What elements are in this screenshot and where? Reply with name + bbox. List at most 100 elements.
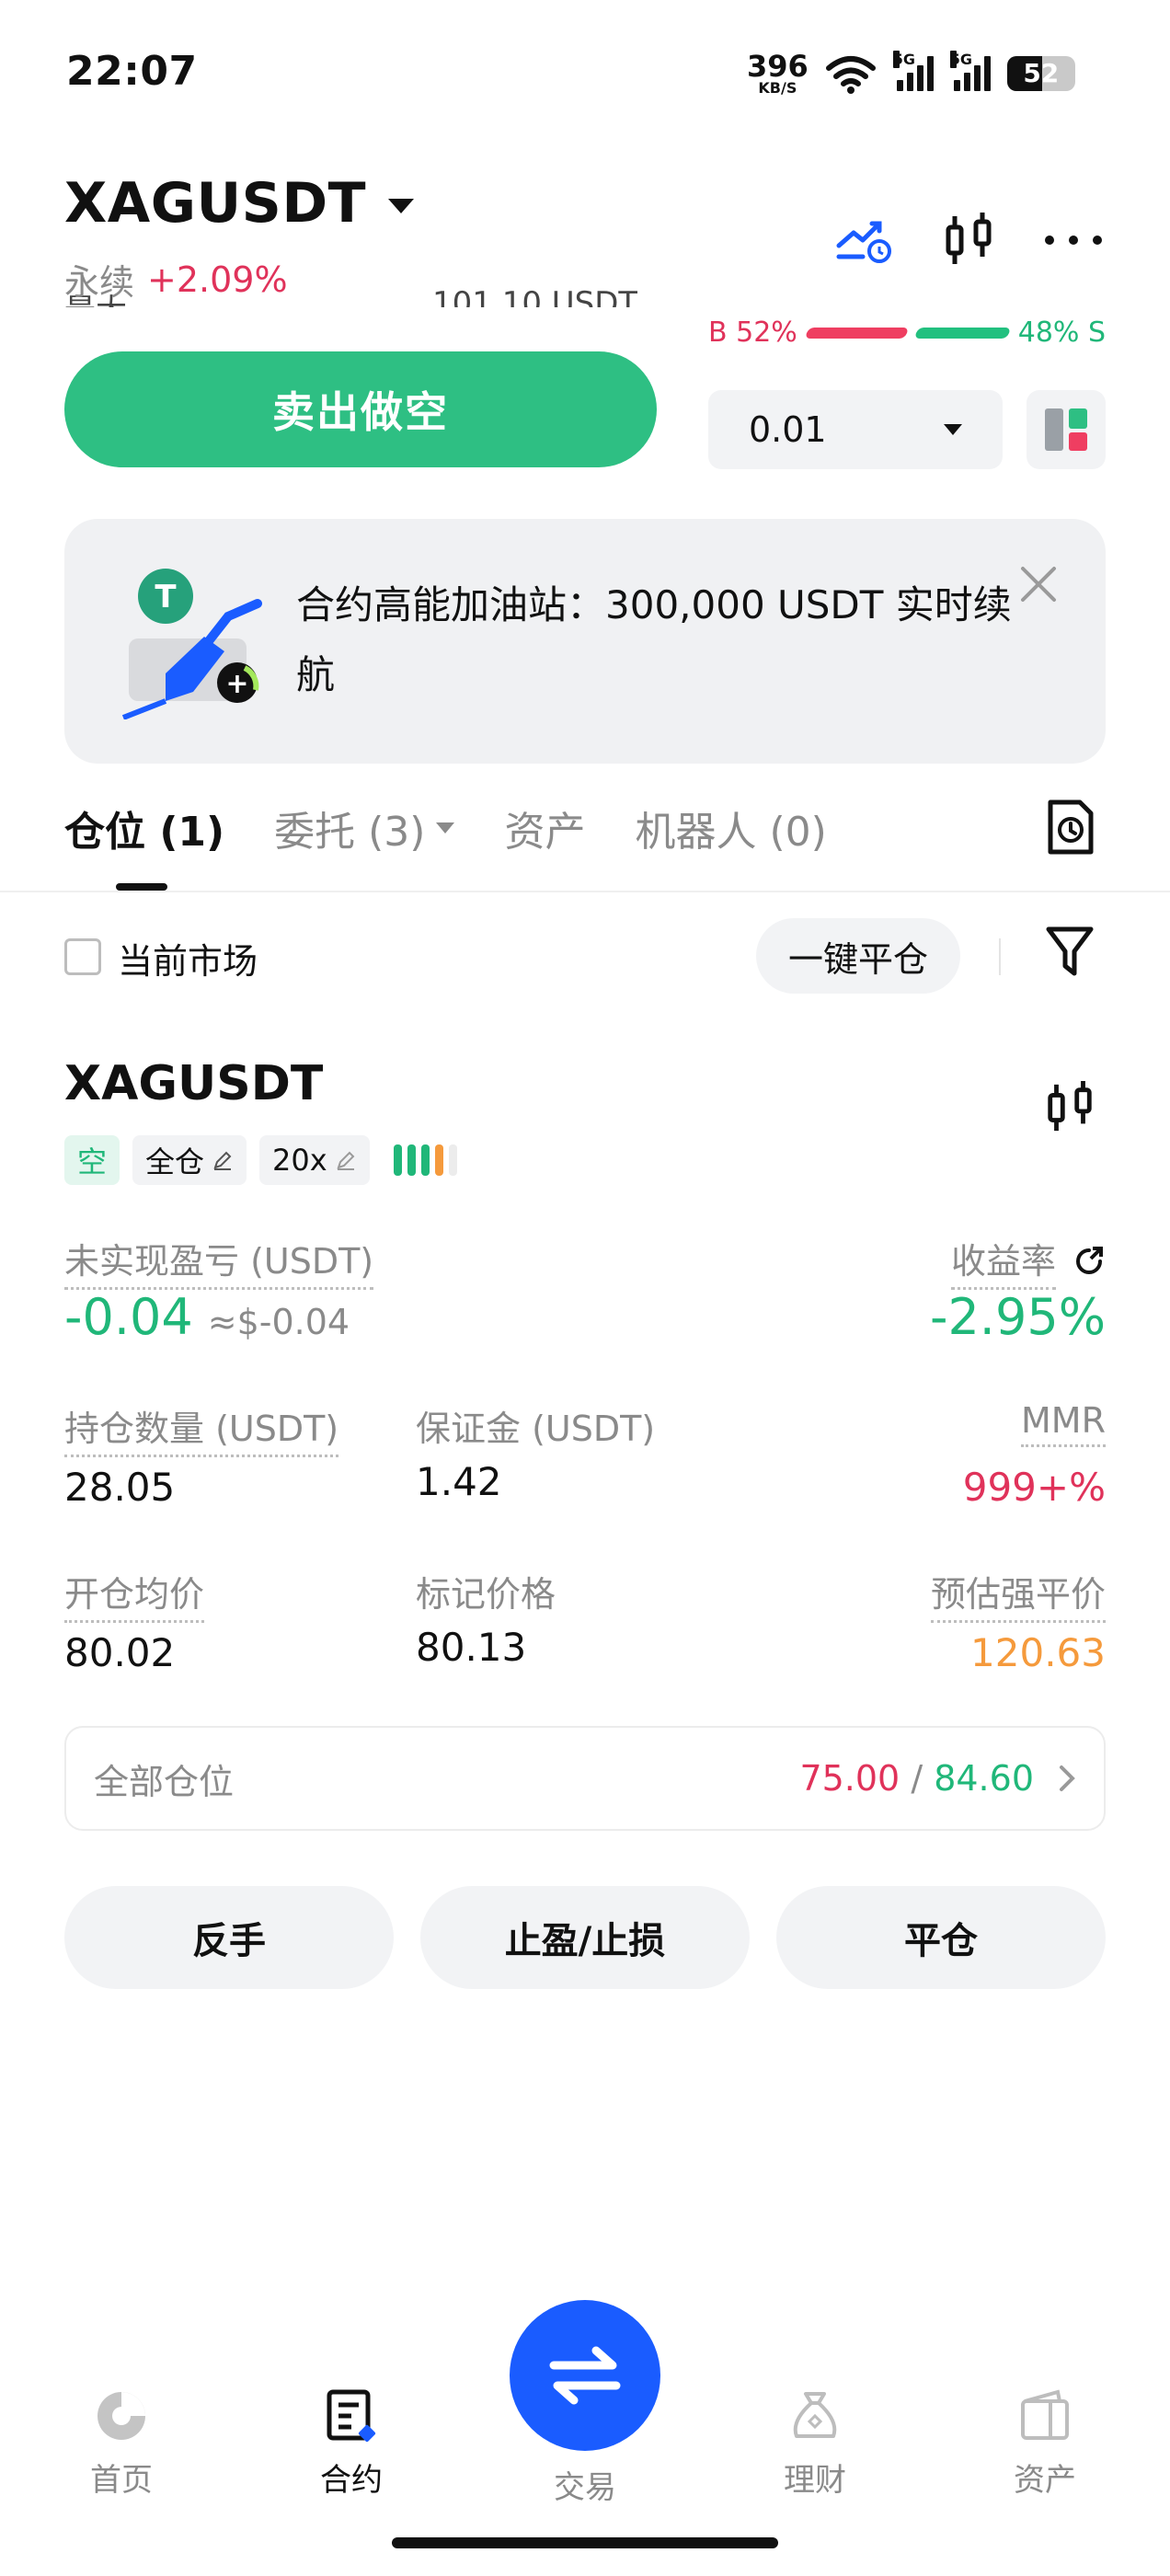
- price-change: +2.09%: [147, 259, 288, 300]
- signal-icon-2: 5G: [949, 51, 991, 91]
- divider: [999, 938, 1001, 975]
- tab-orders[interactable]: 委托 (3): [274, 799, 455, 857]
- symbol-title: XAGUSDT: [64, 171, 367, 236]
- size-label[interactable]: 持仓数量 (USDT): [64, 1400, 339, 1457]
- active-tab-indicator: [116, 883, 167, 891]
- divider: [0, 891, 1170, 892]
- status-time: 22:07: [66, 48, 198, 95]
- svg-text:T: T: [155, 579, 177, 615]
- current-market-checkbox[interactable]: [64, 938, 101, 975]
- candlestick-chart-icon[interactable]: [936, 208, 1001, 272]
- buy-sell-ratio: B 52% 48% S: [708, 316, 1106, 349]
- liq-price-value: 120.63: [970, 1630, 1106, 1675]
- symbol-subline: 永续 +2.09%: [64, 254, 288, 305]
- svg-text:+: +: [225, 668, 248, 700]
- share-icon[interactable]: [1072, 1245, 1106, 1278]
- sell-ratio-label: 48% S: [1017, 316, 1106, 349]
- unrealized-pnl-value: -0.04: [64, 1288, 193, 1346]
- sell-short-button[interactable]: 卖出做空: [64, 351, 657, 467]
- margin-label: 保证金 (USDT): [416, 1409, 656, 1449]
- nav-assets[interactable]: 资产: [981, 2388, 1109, 2500]
- candlestick-chart-icon[interactable]: [1043, 1078, 1096, 1137]
- signal-icon-1: 5G: [892, 51, 934, 91]
- edit-icon: [337, 1151, 355, 1170]
- status-icons: 396 KB/S 5G 5G 52: [747, 48, 1075, 99]
- mmr-label[interactable]: MMR: [1021, 1400, 1106, 1447]
- mark-price-value: 80.13: [416, 1625, 527, 1670]
- layout-toggle-button[interactable]: [1027, 390, 1106, 469]
- nav-trade-label[interactable]: 交易: [510, 2462, 660, 2507]
- net-speed-unit: KB/S: [758, 79, 797, 97]
- unrealized-pnl-approx: ≈$-0.04: [207, 1302, 350, 1342]
- promo-banner-text: 合约高能加油站：300,000 USDT 实时续航: [296, 582, 1012, 697]
- buy-ratio-bar: [804, 327, 910, 339]
- futures-icon: [327, 2389, 376, 2443]
- liq-price-label[interactable]: 预估强平价: [930, 1566, 1106, 1623]
- caret-down-icon: [388, 199, 415, 213]
- position-badges: 空 全仓 20x: [64, 1135, 457, 1185]
- all-positions-row[interactable]: 全部仓位 75.00 / 84.60: [64, 1726, 1106, 1831]
- filter-icon[interactable]: [1045, 924, 1095, 979]
- battery-icon: 52: [1006, 56, 1075, 91]
- all-positions-label: 全部仓位: [94, 1761, 235, 1802]
- tab-assets[interactable]: 资产: [504, 799, 585, 857]
- adl-indicator: [393, 1144, 457, 1176]
- trend-alert-icon[interactable]: [833, 208, 898, 272]
- fuel-pump-icon: T +: [121, 569, 262, 719]
- tab-positions[interactable]: 仓位 (1): [64, 799, 224, 857]
- all-positions-red: 75.00: [799, 1758, 900, 1799]
- more-icon[interactable]: [1041, 208, 1106, 272]
- quantity-select[interactable]: 0.01: [708, 390, 1003, 469]
- contract-type: 永续: [64, 262, 135, 303]
- roe-header: 收益率: [950, 1233, 1106, 1290]
- history-icon[interactable]: [1047, 799, 1095, 856]
- layout-icon: [1045, 408, 1087, 451]
- all-positions-values: 75.00 / 84.60: [799, 1758, 1076, 1799]
- position-tabs: 仓位 (1) 委托 (3) 资产 机器人 (0): [64, 799, 827, 857]
- home-indicator: [392, 2537, 778, 2548]
- leverage-badge[interactable]: 20x: [259, 1135, 370, 1185]
- sell-ratio-bar: [913, 327, 1011, 339]
- entry-price-label[interactable]: 开仓均价: [64, 1566, 205, 1623]
- mmr-value: 999+%: [962, 1465, 1106, 1510]
- home-icon: [98, 2392, 145, 2440]
- edit-icon: [213, 1151, 232, 1170]
- net-speed: 396 KB/S: [747, 52, 809, 96]
- net-speed-value: 396: [747, 49, 809, 84]
- caret-down-icon: [944, 424, 962, 435]
- roe-value: -2.95%: [929, 1288, 1106, 1346]
- battery-level: 52: [1023, 58, 1060, 88]
- wallet-icon: [1021, 2389, 1069, 2440]
- buy-ratio-label: B 52%: [708, 316, 797, 349]
- symbol-selector[interactable]: XAGUSDT: [64, 171, 415, 236]
- margin-value: 1.42: [416, 1459, 502, 1504]
- all-positions-green: 84.60: [934, 1758, 1034, 1799]
- money-bag-icon: [793, 2392, 837, 2438]
- caret-down-icon: [436, 822, 455, 834]
- trade-fab-button[interactable]: [510, 2300, 660, 2451]
- nav-futures[interactable]: 合约: [287, 2388, 416, 2500]
- nav-earn[interactable]: 理财: [751, 2388, 879, 2500]
- side-badge: 空: [64, 1135, 120, 1185]
- swap-icon: [549, 2346, 621, 2405]
- quantity-value: 0.01: [749, 409, 827, 450]
- wifi-icon: [825, 56, 876, 94]
- scrolled-text: 101.10 USDT: [432, 285, 638, 307]
- tab-bots[interactable]: 机器人 (0): [635, 799, 826, 857]
- unrealized-pnl: -0.04 ≈$-0.04: [64, 1288, 350, 1346]
- reverse-button[interactable]: 反手: [64, 1886, 394, 1989]
- position-symbol: XAGUSDT: [64, 1056, 324, 1111]
- roe-label[interactable]: 收益率: [950, 1233, 1056, 1290]
- current-market-label: 当前市场: [118, 941, 258, 982]
- close-icon[interactable]: [1015, 561, 1061, 607]
- close-position-button[interactable]: 平仓: [776, 1886, 1106, 1989]
- size-value: 28.05: [64, 1465, 176, 1510]
- mark-price-label: 标记价格: [416, 1574, 556, 1615]
- unrealized-pnl-label[interactable]: 未实现盈亏 (USDT): [64, 1233, 374, 1290]
- tpsl-button[interactable]: 止盈/止损: [420, 1886, 750, 1989]
- nav-home[interactable]: 首页: [57, 2388, 186, 2500]
- margin-mode-badge[interactable]: 全仓: [132, 1135, 247, 1185]
- close-all-button[interactable]: 一键平仓: [756, 918, 960, 994]
- entry-price-value: 80.02: [64, 1630, 176, 1675]
- chevron-right-icon: [1060, 1765, 1075, 1791]
